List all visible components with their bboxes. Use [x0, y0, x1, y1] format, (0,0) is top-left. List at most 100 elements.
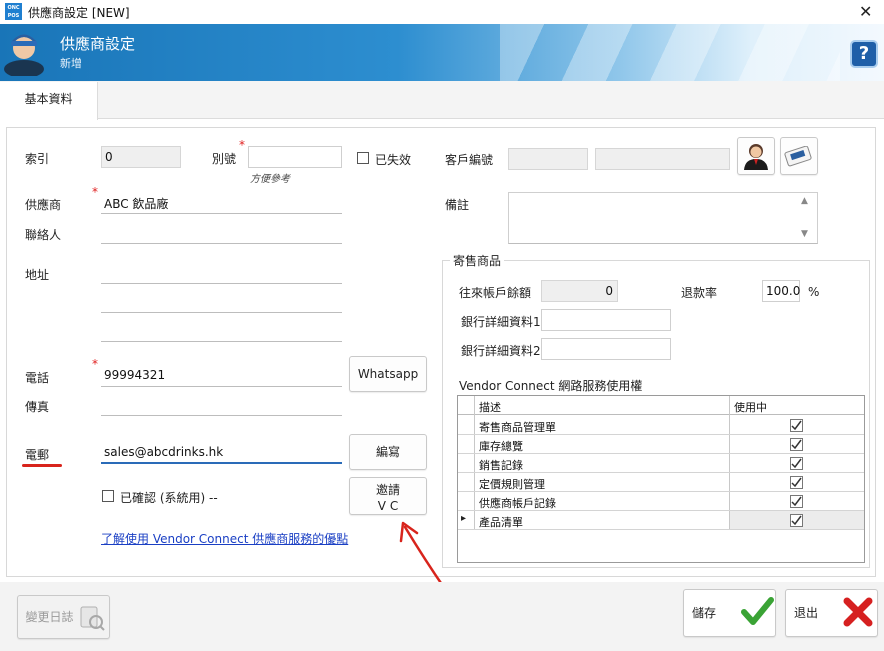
bank-details1-input[interactable] [541, 309, 671, 331]
grid-cell-active-checkbox[interactable] [790, 419, 803, 432]
fax-label: 傳真 [25, 400, 50, 414]
consignment-group-title: 寄售商品 [450, 252, 505, 269]
supplier-required-mark: * [92, 185, 98, 199]
refund-rate-input[interactable]: 100.0 [762, 280, 800, 302]
checkmark-icon [791, 477, 802, 488]
supplier-label: 供應商 [25, 198, 62, 212]
user-avatar-icon [4, 34, 44, 76]
contact-label: 聯絡人 [25, 228, 62, 242]
app-logo-icon: ONC POS [5, 3, 22, 20]
email-input[interactable]: sales@abcdrinks.hk [101, 442, 342, 464]
banner-title: 供應商設定 [60, 35, 136, 53]
grid-cell-desc: 產品清單 [479, 516, 523, 529]
address-line1-input[interactable] [101, 262, 342, 284]
grid-cell-active-checkbox[interactable] [790, 457, 803, 470]
invite-button-line1: 邀請 [375, 483, 400, 497]
invite-button-line2: V C [377, 499, 399, 513]
phone-label: 電話 [25, 371, 50, 385]
grid-row[interactable]: 供應商帳戶記錄 [458, 492, 864, 511]
person-lookup-button[interactable] [737, 137, 775, 175]
refund-rate-label: 退款率 [681, 286, 718, 300]
grid-header-desc[interactable]: 描述 [479, 399, 501, 415]
bank-details2-label: 銀行詳細資料2 [461, 344, 541, 358]
alias-hint: 方便參考 [250, 174, 290, 185]
confirmed-checkbox[interactable] [102, 490, 114, 502]
contact-input[interactable] [101, 222, 342, 244]
inactive-label: 已失效 [375, 153, 412, 167]
changelog-icon [80, 606, 105, 631]
email-label: 電郵 [25, 448, 50, 462]
banner-decoration [500, 24, 840, 81]
fax-input[interactable] [101, 394, 342, 416]
alias-label: 別號 [212, 152, 237, 166]
bank-details2-input[interactable] [541, 338, 671, 360]
balance-label: 往來帳戶餘額 [459, 286, 532, 300]
checkmark-icon [791, 515, 802, 526]
grid-row[interactable]: ▸ 產品清單 [458, 511, 864, 530]
bank-details1-label: 銀行詳細資料1 [461, 315, 541, 329]
vendor-connect-title: Vendor Connect 網路服務使用權 [459, 379, 643, 393]
notes-textarea[interactable] [508, 192, 818, 244]
window-title: 供應商設定 [NEW] [28, 6, 130, 20]
supplier-input[interactable]: ABC 飲品廠 [101, 192, 342, 214]
vendor-connect-link[interactable]: 了解使用 Vendor Connect 供應商服務的優點 [101, 530, 348, 547]
checkmark-icon [791, 420, 802, 431]
person-icon [744, 144, 768, 170]
scroll-up-icon[interactable]: ▲ [801, 196, 808, 206]
member-card-button[interactable] [780, 137, 818, 175]
invite-vc-button[interactable]: 邀請 V C [349, 477, 427, 515]
banner-subtitle: 新增 [60, 57, 82, 70]
exit-label: 退出 [794, 606, 819, 620]
tab-strip [0, 81, 884, 119]
grid-cell-desc: 寄售商品管理單 [479, 421, 556, 434]
vc-permissions-grid[interactable]: 描述 使用中 寄售商品管理單 庫存總覽銷售記錄定價規則管理 供應商帳戶記錄 ▸ 產品清單 [457, 395, 865, 563]
grid-row[interactable]: 庫存總覽 [458, 435, 864, 454]
checkmark-icon [741, 597, 774, 625]
customer-no-field-2 [595, 148, 730, 170]
balance-field: 0 [541, 280, 618, 302]
grid-cell-active-checkbox[interactable] [790, 514, 803, 527]
card-icon [784, 145, 812, 167]
tab-basic-info[interactable]: 基本資料 [0, 82, 98, 120]
grid-row[interactable]: 定價規則管理 [458, 473, 864, 492]
refund-rate-unit: % [808, 285, 820, 299]
grid-cell-desc: 供應商帳戶記錄 [479, 497, 556, 510]
alias-required-mark: * [239, 138, 245, 152]
alias-input[interactable] [248, 146, 342, 168]
save-label: 儲存 [692, 606, 717, 620]
index-field: 0 [101, 146, 181, 168]
checkmark-icon [791, 458, 802, 469]
help-icon[interactable]: ? [850, 40, 878, 68]
checkmark-icon [791, 496, 802, 507]
grid-row[interactable]: 寄售商品管理單 [458, 416, 864, 435]
whatsapp-button[interactable]: Whatsapp [349, 356, 427, 392]
customer-no-label: 客戶編號 [445, 153, 494, 167]
compose-button[interactable]: 編寫 [349, 434, 427, 470]
changelog-label: 變更日誌 [25, 610, 74, 624]
inactive-checkbox[interactable] [357, 152, 369, 164]
grid-cell-active-checkbox[interactable] [790, 495, 803, 508]
grid-cell-desc: 銷售記錄 [479, 459, 523, 472]
index-label: 索引 [25, 152, 50, 166]
grid-cell-desc: 定價規則管理 [479, 478, 545, 491]
phone-input[interactable]: 99994321 [101, 365, 342, 387]
confirmed-label: 已確認 (系統用) -- [120, 491, 218, 505]
grid-cell-desc: 庫存總覽 [479, 440, 523, 453]
scroll-down-icon[interactable]: ▼ [801, 229, 808, 239]
address-line2-input[interactable] [101, 291, 342, 313]
close-x-icon [843, 597, 873, 627]
grid-cell-active-checkbox[interactable] [790, 476, 803, 489]
grid-cell-active-checkbox[interactable] [790, 438, 803, 451]
address-line3-input[interactable] [101, 320, 342, 342]
close-window-button[interactable]: ✕ [859, 2, 872, 21]
notes-label: 備註 [445, 198, 470, 212]
grid-row[interactable]: 銷售記錄 [458, 454, 864, 473]
title-bar [0, 0, 884, 24]
current-row-indicator: ▸ [461, 513, 467, 524]
checkmark-icon [791, 439, 802, 450]
phone-required-mark: * [92, 357, 98, 371]
address-label: 地址 [25, 268, 50, 282]
email-underline-annotation [22, 464, 62, 467]
customer-no-field-1 [508, 148, 588, 170]
grid-header-active[interactable]: 使用中 [734, 399, 767, 415]
